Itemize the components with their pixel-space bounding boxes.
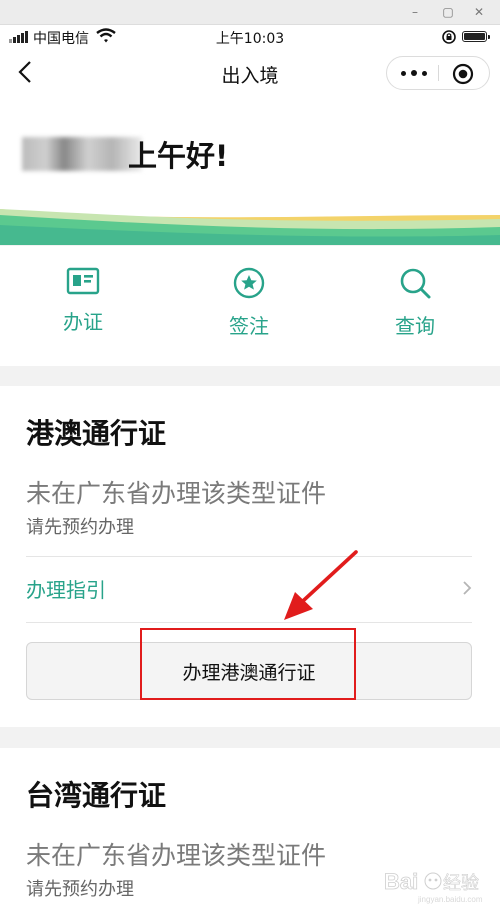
card-status: 未在广东省办理该类型证件: [26, 479, 327, 508]
annotation-arrow-icon: [284, 550, 358, 620]
close-miniprogram-icon[interactable]: [451, 62, 475, 86]
quick-action-query[interactable]: 查询: [355, 266, 475, 346]
orientation-lock-icon: [442, 30, 456, 44]
window-controls: – ▢ ✕: [0, 0, 500, 25]
capsule-divider: [438, 65, 439, 81]
svg-text:经验: 经验: [443, 873, 479, 894]
card-note: 请先预约办理: [26, 879, 134, 900]
greeting-banner: 上午好!: [0, 99, 500, 245]
battery-icon: [462, 31, 490, 42]
decorative-wave: [0, 209, 500, 245]
annotation-highlight-box: [140, 628, 356, 700]
guide-link[interactable]: 办理指引: [26, 570, 472, 606]
more-options-icon[interactable]: [401, 57, 431, 89]
quick-action-apply[interactable]: 办证: [23, 266, 143, 346]
card-title: 台湾通行证: [26, 779, 167, 812]
divider: [26, 622, 472, 623]
quick-action-label: 办证: [63, 310, 103, 334]
status-time: 上午10:03: [215, 31, 285, 47]
divider: [26, 556, 472, 557]
chevron-right-icon: [463, 581, 472, 595]
card-status: 未在广东省办理该类型证件: [26, 841, 327, 870]
greeting-text: 上午好!: [128, 139, 229, 173]
card-note: 请先预约办理: [26, 517, 134, 538]
close-window-icon[interactable]: ✕: [468, 2, 490, 22]
miniprogram-capsule: [386, 56, 490, 90]
svg-text:Bai: Bai: [384, 869, 418, 894]
blurred-username: [22, 137, 142, 171]
quick-action-label: 查询: [395, 314, 435, 338]
quick-action-label: 签注: [229, 314, 269, 338]
star-badge-icon: [233, 267, 265, 299]
minimize-icon[interactable]: –: [404, 2, 426, 22]
quick-action-endorse[interactable]: 签注: [189, 266, 309, 346]
card-title: 港澳通行证: [26, 417, 167, 450]
baidu-watermark-logo: Bai 经验 jingyan.baidu.com: [384, 869, 483, 904]
status-bar: 中国电信 上午10:03: [0, 25, 500, 49]
search-icon: [400, 268, 431, 299]
id-card-icon: [66, 267, 100, 295]
guide-link-label: 办理指引: [26, 578, 106, 602]
quick-actions: 办证 签注 查询: [0, 246, 500, 366]
maximize-icon[interactable]: ▢: [437, 2, 459, 22]
svg-text:jingyan.baidu.com: jingyan.baidu.com: [417, 895, 483, 904]
nav-bar: 出入境: [0, 49, 500, 99]
